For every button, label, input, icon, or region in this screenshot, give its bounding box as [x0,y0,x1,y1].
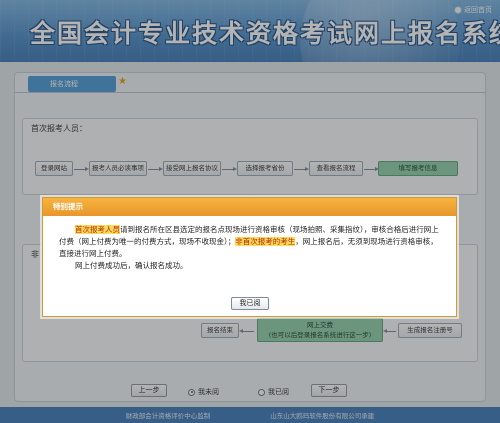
notice-paragraph-1: 首次报考人员请到报名所在区县选定的报名点现场进行资格审核（现场拍照、采集指纹），… [59,224,440,260]
notice-paragraph-2: 网上付费成功后，确认报名成功。 [75,261,188,270]
highlight-first-time: 首次报考人员 [75,225,120,234]
special-notice-dialog: 特别提示 首次报考人员请到报名所在区县选定的报名点现场进行资格审核（现场拍照、采… [42,197,457,317]
highlight-non-first: 非首次报考的考生 [235,237,296,246]
dialog-title: 特别提示 [43,198,456,216]
dialog-body: 首次报考人员请到报名所在区县选定的报名点现场进行资格审核（现场拍照、采集指纹），… [43,216,456,272]
dialog-confirm-button[interactable]: 我已阅 [231,297,269,310]
